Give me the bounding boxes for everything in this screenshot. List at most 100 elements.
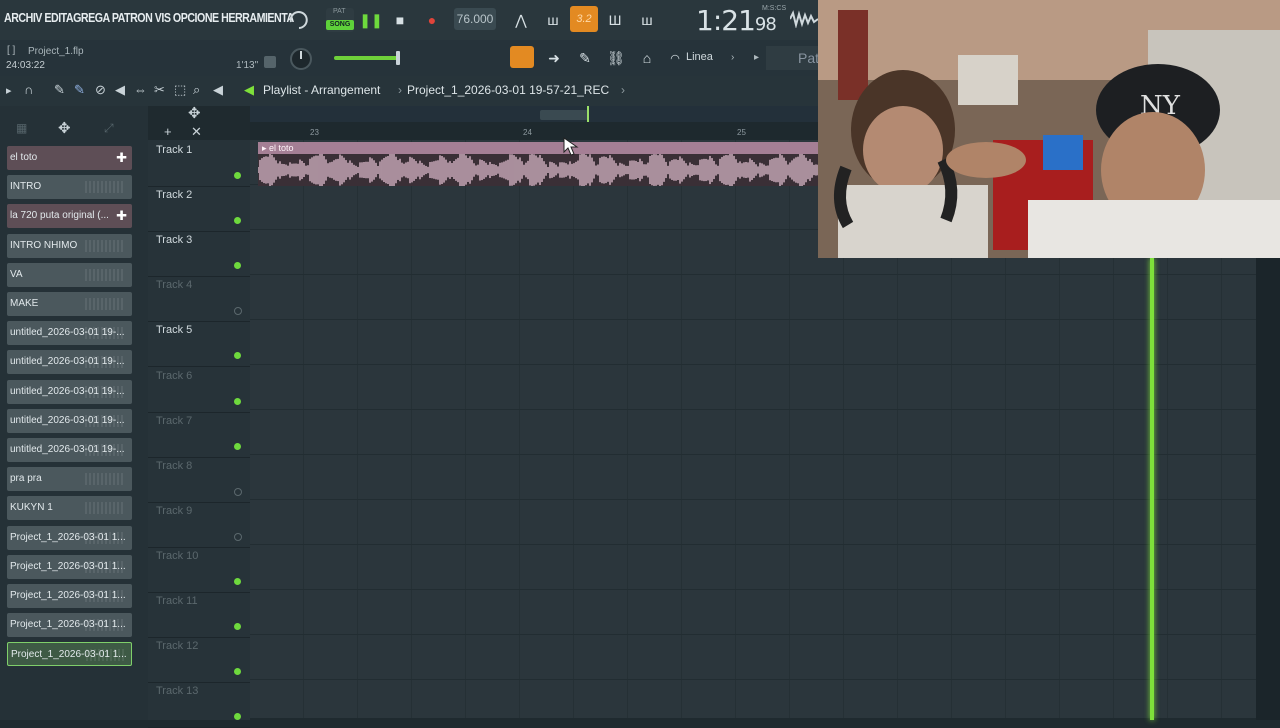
track-header[interactable]: Track 13	[148, 682, 250, 728]
track-header[interactable]: Track 2	[148, 186, 250, 233]
arrangement-name[interactable]: Project_1_2026-03-01 19-57-21_REC	[407, 83, 609, 97]
mouse-cursor-icon	[563, 137, 579, 156]
track-enable-led[interactable]	[234, 487, 242, 496]
clip-waveform-preview	[86, 649, 126, 662]
loop-record-icon[interactable]: ш	[634, 8, 660, 32]
track-header[interactable]: Track 9	[148, 502, 250, 548]
tempo-display[interactable]: 76.000	[454, 8, 496, 30]
picker-clip-item[interactable]: INTRO NHIMO	[7, 233, 132, 258]
picker-clip-item[interactable]: pra pra	[7, 467, 132, 492]
zoom-tool-icon[interactable]: ⌕	[193, 82, 200, 98]
link-icon[interactable]: ⛓	[603, 46, 629, 70]
record-button[interactable]: ●	[419, 8, 445, 32]
picker-clip-item[interactable]: VA	[7, 262, 132, 287]
track-enable-led[interactable]	[234, 172, 241, 179]
scroll-thumb[interactable]	[540, 110, 588, 120]
picker-clip-item[interactable]: Project_1_2026-03-01 1...	[7, 525, 132, 550]
slip-tool-icon[interactable]: ⇔	[134, 82, 147, 97]
track-enable-led[interactable]	[234, 217, 241, 225]
add-clip-icon[interactable]: ✚	[116, 146, 127, 170]
picker-clip-item[interactable]: Project_1_2026-03-01 1...	[7, 642, 132, 667]
chevron-right-icon[interactable]: ›	[731, 52, 734, 63]
track-header[interactable]: Track 5	[148, 321, 250, 368]
mute-tool-icon[interactable]: ◀	[115, 82, 125, 98]
pause-button[interactable]: ❚❚	[358, 8, 384, 32]
playback-tool-icon[interactable]: ◀	[213, 82, 223, 98]
picker-clip-item[interactable]: INTRO	[7, 175, 132, 200]
picker-clip-item[interactable]: el toto ✚	[7, 146, 132, 170]
track-enable-led[interactable]	[234, 713, 241, 721]
picker-clip-item[interactable]: MAKE	[7, 292, 132, 316]
track-header[interactable]: Track 11	[148, 592, 250, 638]
track-move-icon[interactable]: ✥	[188, 104, 201, 122]
track-header[interactable]: Track 12	[148, 637, 250, 684]
master-volume-handle[interactable]	[396, 51, 400, 65]
close-icon[interactable]: ✕	[191, 124, 202, 140]
picker-clip-item[interactable]: untitled_2026-03-01 19-...	[7, 408, 132, 433]
track-header[interactable]: Track 1	[148, 141, 250, 187]
move-icon[interactable]: ✥	[58, 119, 71, 137]
resize-icon[interactable]: ⤢	[104, 121, 114, 136]
snap-selector[interactable]: Linea	[686, 51, 713, 63]
track-header[interactable]: Track 7	[148, 412, 250, 458]
audio-clip-header[interactable]	[258, 142, 820, 154]
arrow-right-icon[interactable]: ➜	[541, 46, 567, 70]
track-header[interactable]: Track 10	[148, 547, 250, 593]
track-enable-led[interactable]	[234, 307, 242, 316]
headphones-icon[interactable]: ◠	[662, 46, 688, 70]
track-name: Track 13	[156, 685, 199, 698]
track-enable-led[interactable]	[234, 262, 241, 270]
select-tool-icon[interactable]: ⬚	[174, 82, 186, 98]
picker-clip-item[interactable]: Project_1_2026-03-01 1...	[7, 613, 132, 638]
picker-clip-item[interactable]: Project_1_2026-03-01 1...	[7, 584, 132, 608]
picker-icon[interactable]: ▦	[16, 121, 27, 135]
track-header[interactable]: Track 4	[148, 276, 250, 323]
step-edit-icon[interactable]: Ш	[602, 8, 628, 32]
track-header[interactable]: Track 6	[148, 367, 250, 413]
draw-tool-icon[interactable]: ✎	[54, 82, 65, 98]
speaker-icon[interactable]: ◀	[244, 82, 254, 98]
ruler-bar-label: 25	[737, 128, 746, 137]
stop-button[interactable]: ■	[387, 8, 413, 32]
play-pattern-icon[interactable]: ▸	[754, 52, 759, 63]
track-enable-led[interactable]	[234, 397, 241, 405]
track-enable-led[interactable]	[234, 577, 241, 585]
picker-clip-item[interactable]: untitled_2026-03-01 19-...	[7, 379, 132, 404]
pattern-song-toggle[interactable]: PAT SONG	[326, 8, 354, 32]
picker-clip-item[interactable]: KUKYN 1	[7, 496, 132, 521]
magnet-icon[interactable]: ∩	[24, 82, 33, 97]
track-enable-led[interactable]	[234, 532, 242, 541]
wait-input-icon[interactable]: ш	[540, 8, 566, 32]
track-enable-led[interactable]	[234, 352, 241, 360]
add-clip-icon[interactable]: ✚	[116, 204, 127, 228]
track-header[interactable]: Track 8	[148, 457, 250, 503]
paint-tool-icon[interactable]: ✎	[74, 82, 85, 98]
pattern-selector[interactable]: Pat	[766, 46, 820, 70]
metronome-icon[interactable]: ⋀	[508, 8, 534, 32]
picker-clip-item[interactable]: untitled_2026-03-01 19-...	[7, 321, 132, 346]
mixer-icon[interactable]: ⌂	[634, 46, 660, 70]
main-menu[interactable]: ARCHIV EDITAGREGA PATRON VIS OPCIONE HER…	[4, 10, 294, 25]
track-enable-led[interactable]	[234, 668, 241, 676]
slice-tool-icon[interactable]: ✂	[154, 82, 165, 98]
timeline-ruler[interactable]	[250, 122, 820, 140]
delete-tool-icon[interactable]: ⊘	[95, 82, 106, 98]
track-enable-led[interactable]	[234, 623, 241, 630]
picker-clip-item[interactable]: untitled_2026-03-01 19-...	[7, 350, 132, 375]
add-track-icon[interactable]: +	[164, 124, 172, 139]
master-volume-slider[interactable]	[334, 56, 398, 60]
playlist-scrollbar[interactable]	[250, 106, 820, 122]
track-header[interactable]: Track 3	[148, 231, 250, 278]
picker-clip-item[interactable]: la 720 puta original (... ✚	[7, 204, 132, 229]
pencil-tool-icon[interactable]: ✎	[572, 46, 598, 70]
song-position-marker[interactable]	[587, 106, 589, 122]
picker-clip-item[interactable]: Project_1_2026-03-01 1...	[7, 554, 132, 579]
master-pitch-knob[interactable]	[288, 46, 314, 72]
track-enable-led[interactable]	[234, 442, 241, 450]
arrow-menu-icon[interactable]: ▸	[6, 84, 12, 97]
playhead[interactable]	[1150, 258, 1154, 720]
snap-value-display[interactable]: 3.2	[570, 6, 598, 32]
picker-clip-item[interactable]: untitled_2026-03-01 19-...	[7, 438, 132, 462]
vertical-scrollbar[interactable]	[1256, 258, 1280, 720]
playlist-view-icon[interactable]	[510, 46, 534, 68]
